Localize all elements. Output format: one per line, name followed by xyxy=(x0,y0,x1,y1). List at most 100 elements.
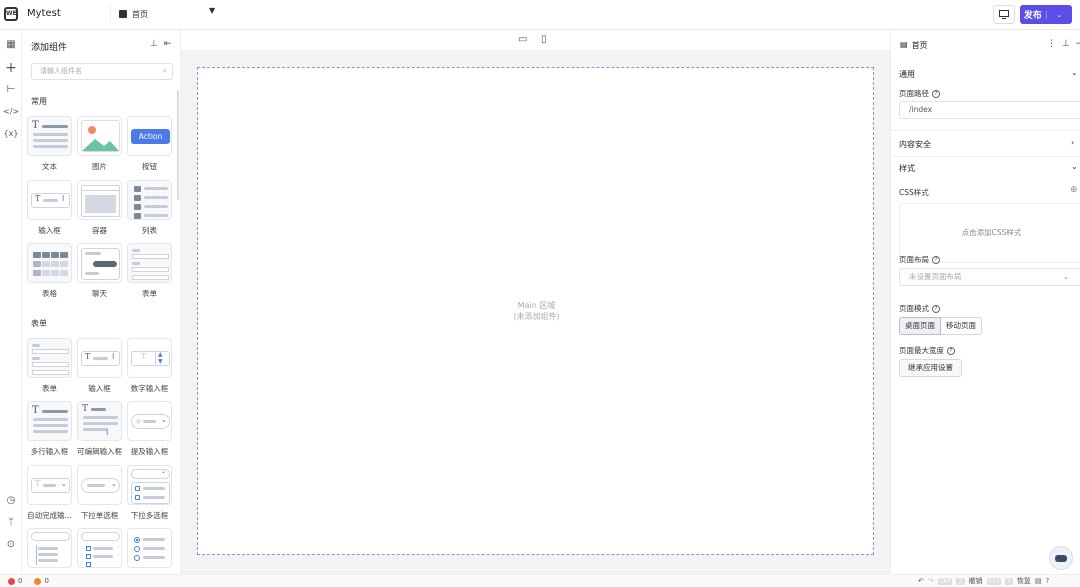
chevron-down-icon[interactable]: ⌄ xyxy=(1071,162,1078,171)
app-logo-icon[interactable]: WE xyxy=(4,7,18,21)
main-region-label: Main 区域 xyxy=(517,301,556,310)
component-multiselect[interactable]: ⌄ 下拉多选框 xyxy=(127,465,172,521)
publish-label: 发布 xyxy=(1023,11,1042,21)
publish-dropdown-icon[interactable]: ⌄ xyxy=(1045,10,1073,19)
chevron-down-icon: ▼ xyxy=(209,6,216,15)
section-general[interactable]: 通用 xyxy=(899,69,915,80)
kbd-ctrl: Ctrl xyxy=(937,577,953,585)
component-label: 文本 xyxy=(42,162,57,171)
mobile-view-icon[interactable]: ▯ xyxy=(541,34,547,45)
redo-icon[interactable]: ↷ xyxy=(928,577,934,585)
canvas-toolbar: ▭ ▯ xyxy=(181,30,890,51)
collapse-right-icon[interactable]: ⇥ xyxy=(1076,39,1080,49)
component-form[interactable]: 表单 xyxy=(127,243,172,299)
component-radio-group[interactable] xyxy=(127,528,172,568)
component-label: 输入框 xyxy=(88,384,111,393)
max-width-label: 页面最大宽度? xyxy=(899,345,955,356)
pin-icon[interactable]: ⊥ xyxy=(1062,39,1070,49)
mode-label: 页面模式? xyxy=(899,303,940,314)
component-editable-input[interactable]: T I 可编辑输入框 xyxy=(77,401,122,457)
component-label: 自动完成输... xyxy=(27,511,72,520)
history-icon[interactable]: ◷ xyxy=(3,493,19,509)
settings-icon[interactable]: ⊙ xyxy=(3,537,19,553)
component-image[interactable]: 图片 xyxy=(77,116,122,172)
component-label: 列表 xyxy=(142,226,157,235)
section-content-security[interactable]: 内容安全 xyxy=(899,139,931,150)
kbd-ctrl: Ctrl xyxy=(986,577,1002,585)
error-count: 0 xyxy=(18,577,23,585)
page-path-input[interactable]: /index xyxy=(899,101,1080,119)
mode-desktop-option[interactable]: 桌面页面 xyxy=(899,317,941,335)
error-icon[interactable] xyxy=(8,577,15,585)
component-text[interactable]: T 文本 xyxy=(27,116,72,172)
component-search-input[interactable]: 请输入组件名 ⌕ xyxy=(31,63,173,80)
collapse-panel-icon[interactable]: ⇤ xyxy=(164,39,172,49)
tree-icon[interactable]: ⊢ xyxy=(3,82,19,98)
component-textarea[interactable]: T 多行输入框 xyxy=(27,401,72,457)
app-name[interactable]: Mytest xyxy=(27,8,61,19)
page-selector[interactable]: 首页 ▼ xyxy=(110,5,220,23)
component-autocomplete[interactable]: T ⌄ 自动完成输... xyxy=(27,465,72,521)
main-region[interactable]: Main 区域 (未添加组件) xyxy=(197,67,874,555)
component-list[interactable]: 列表 xyxy=(127,180,172,236)
assistant-robot-icon[interactable] xyxy=(1049,546,1073,570)
kbd-y: Y xyxy=(1005,577,1013,585)
section-style[interactable]: 样式 xyxy=(899,163,915,174)
component-table[interactable]: 表格 xyxy=(27,243,72,299)
help-icon[interactable]: ? xyxy=(1046,577,1050,585)
page-mode-toggle: 桌面页面 移动页面 xyxy=(899,317,982,335)
undo-icon[interactable]: ↶ xyxy=(918,577,924,585)
component-form-2[interactable]: 表单 xyxy=(27,338,72,394)
component-select[interactable]: ⌄ 下拉单选框 xyxy=(77,465,122,521)
component-label: 可编辑输入框 xyxy=(77,447,122,456)
component-label: 提及输入框 xyxy=(130,447,169,456)
css-label: CSS样式 xyxy=(899,188,929,197)
component-chat[interactable]: 聊天 xyxy=(77,243,122,299)
inherit-settings-button[interactable]: 继承应用设置 xyxy=(899,359,962,377)
component-mention-input[interactable]: ⌄ 提及输入框 xyxy=(127,401,172,457)
more-icon[interactable]: ⋮ xyxy=(1047,39,1056,49)
action-text: Action xyxy=(131,129,170,144)
help-icon: ? xyxy=(932,256,940,264)
search-placeholder: 请输入组件名 xyxy=(40,67,82,75)
help-icon: ? xyxy=(932,90,940,98)
component-tree-select[interactable] xyxy=(27,528,72,568)
component-cascader[interactable] xyxy=(77,528,122,568)
page-selector-label: 首页 xyxy=(132,9,148,19)
code-icon[interactable]: </> xyxy=(3,104,19,120)
chevron-right-icon[interactable]: › xyxy=(1071,138,1074,147)
add-icon[interactable]: ⊕ xyxy=(1070,185,1078,195)
component-label: 聊天 xyxy=(92,289,107,298)
page-icon: ▤ xyxy=(900,40,908,49)
layout-select[interactable]: 未设置页面布局 ⌄ xyxy=(899,268,1080,286)
component-label: 容器 xyxy=(92,226,107,235)
top-bar: WE Mytest 首页 ▼ 发布 ⌄ xyxy=(0,0,1080,30)
component-number-input[interactable]: T ▲ ▼ 数字输入框 xyxy=(127,338,172,394)
panel-scrollbar[interactable] xyxy=(177,90,179,200)
component-input-2[interactable]: T I 输入框 xyxy=(77,338,122,394)
component-label: 图片 xyxy=(92,162,107,171)
component-label: 表单 xyxy=(42,384,57,393)
component-button[interactable]: Action 按钮 xyxy=(127,116,172,172)
component-input[interactable]: T I 输入框 xyxy=(27,180,72,236)
pin-icon[interactable]: ⊥ xyxy=(150,39,158,49)
chevron-down-icon[interactable]: ⌄ xyxy=(1071,68,1078,77)
component-label: 多行输入框 xyxy=(30,447,69,456)
kbd-z: Z xyxy=(956,577,965,585)
component-label: 表单 xyxy=(142,289,157,298)
home-icon xyxy=(119,10,127,18)
branch-icon[interactable]: ᛘ xyxy=(3,515,19,531)
warning-icon[interactable] xyxy=(34,577,42,585)
layout-icon[interactable]: ▦ xyxy=(3,37,19,53)
section-common: 常用 xyxy=(31,97,47,106)
preview-device-button[interactable] xyxy=(993,5,1015,24)
add-component-icon[interactable]: + xyxy=(3,60,19,76)
component-label: 输入框 xyxy=(38,226,61,235)
layout-label: 页面布局? xyxy=(899,254,940,265)
mode-mobile-option[interactable]: 移动页面 xyxy=(941,317,982,335)
desktop-view-icon[interactable]: ▭ xyxy=(518,34,527,45)
comment-icon[interactable]: ▤ xyxy=(1035,577,1042,585)
variable-icon[interactable]: {x} xyxy=(3,126,19,142)
publish-button[interactable]: 发布 ⌄ xyxy=(1020,5,1072,24)
component-container[interactable]: 容器 xyxy=(77,180,122,236)
